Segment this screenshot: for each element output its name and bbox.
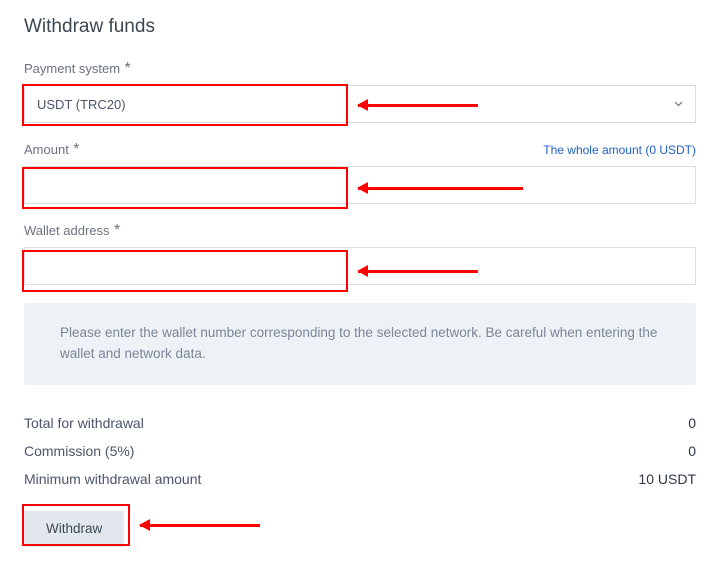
payment-system-select[interactable]: USDT (TRC20) [24, 85, 696, 123]
total-label: Total for withdrawal [24, 415, 144, 431]
summary-section: Total for withdrawal 0 Commission (5%) 0… [24, 409, 696, 493]
withdraw-button[interactable]: Withdraw [24, 511, 124, 547]
minimum-row: Minimum withdrawal amount 10 USDT [24, 465, 696, 493]
whole-amount-link[interactable]: The whole amount (0 USDT) [543, 143, 696, 157]
amount-field: Amount * The whole amount (0 USDT) [24, 141, 696, 204]
payment-system-label: Payment system [24, 61, 120, 76]
commission-row: Commission (5%) 0 [24, 437, 696, 465]
total-row: Total for withdrawal 0 [24, 409, 696, 437]
minimum-label: Minimum withdrawal amount [24, 471, 201, 487]
chevron-down-icon [673, 99, 683, 109]
commission-label: Commission (5%) [24, 443, 134, 459]
required-mark: * [114, 222, 120, 239]
info-message: Please enter the wallet number correspon… [24, 303, 696, 385]
total-value: 0 [688, 415, 696, 431]
payment-system-value: USDT (TRC20) [37, 97, 126, 112]
amount-input[interactable] [24, 166, 696, 204]
wallet-field: Wallet address * [24, 222, 696, 285]
required-mark: * [73, 141, 79, 158]
required-mark: * [125, 60, 131, 77]
page-title: Withdraw funds [24, 16, 696, 38]
wallet-label: Wallet address [24, 223, 110, 238]
amount-label: Amount [24, 142, 69, 157]
payment-system-field: Payment system * USDT (TRC20) [24, 60, 696, 123]
minimum-value: 10 USDT [638, 471, 696, 487]
commission-value: 0 [688, 443, 696, 459]
wallet-address-input[interactable] [24, 247, 696, 285]
